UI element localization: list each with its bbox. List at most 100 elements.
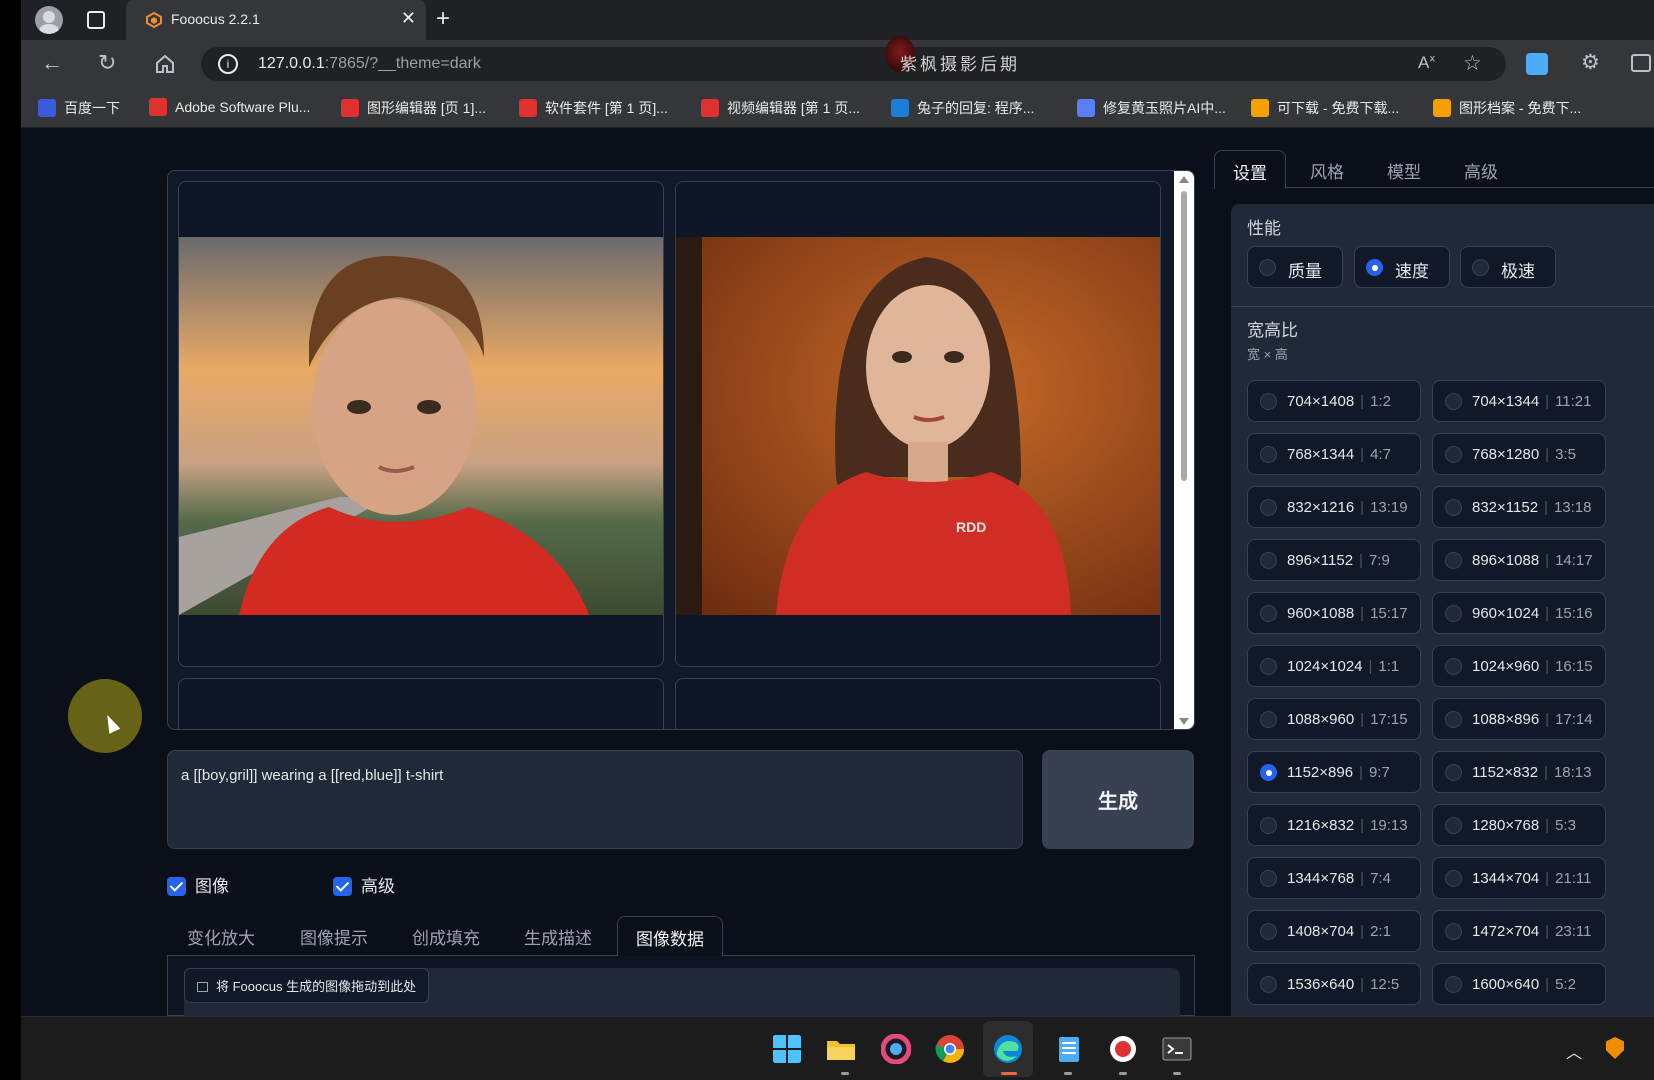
chrome-icon[interactable] [935,1034,965,1064]
aspect-ratio-label: 1280×768 | 5:3 [1472,817,1576,834]
tab-inpaint-outpaint[interactable]: 创成填充 [412,924,480,949]
aspect-ratio-option[interactable]: 1472×704 | 23:11 [1432,910,1606,952]
aspect-ratio-label: 1024×1024 | 1:1 [1287,658,1400,675]
bookmark-item[interactable]: 百度一下 [38,98,120,118]
aspect-ratio-option[interactable]: 1216×832 | 19:13 [1247,804,1421,846]
close-tab-icon[interactable]: ✕ [401,8,416,29]
scroll-down-icon[interactable] [1179,718,1189,725]
metadata-drop-area[interactable]: 将 Fooocus 生成的图像拖动到此处 [167,956,1195,1016]
scroll-thumb[interactable] [1181,191,1187,481]
browser-tab-active[interactable]: Fooocus 2.2.1 ✕ [126,0,426,40]
image-checkbox[interactable]: 图像 [167,872,229,896]
back-icon[interactable]: ← [41,50,63,76]
aspect-ratio-label: 1024×960 | 16:15 [1472,658,1593,675]
aspect-ratio-option[interactable]: 1344×704 | 21:11 [1432,857,1606,899]
tray-overflow-icon[interactable]: ︿ [1566,1039,1582,1063]
bookmark-item[interactable]: 修复黄玉照片AI中... [1077,98,1226,118]
file-explorer-icon[interactable] [826,1034,856,1064]
bookmark-item[interactable]: 兔子的回复: 程序... [891,98,1034,118]
browser-toolbar: ← ↻ i 127.0.0.1:7865/?__theme=dark Aⅹ ☆ … [21,40,1654,88]
aspect-ratio-option[interactable]: 1088×896 | 17:14 [1432,698,1606,740]
gallery-item-boy[interactable] [178,181,664,667]
tab-models[interactable]: 模型 [1387,158,1421,183]
gallery-item-empty[interactable] [178,678,664,729]
aspect-ratio-label: 1344×768 | 7:4 [1287,870,1391,887]
aspect-ratio-option[interactable]: 1536×640 | 12:5 [1247,963,1421,1005]
tab-metadata[interactable]: 图像数据 [617,916,723,957]
aspect-ratio-option[interactable]: 768×1280 | 3:5 [1432,433,1606,475]
site-info-icon[interactable]: i [218,54,238,74]
gallery-scrollbar[interactable] [1174,171,1194,729]
bookmark-favicon-icon [519,99,537,117]
bookmark-item[interactable]: 软件套件 [第 1 页]... [519,98,668,118]
windows-start-icon[interactable] [772,1034,802,1064]
aspect-ratio-option[interactable]: 1280×768 | 5:3 [1432,804,1606,846]
image-drop-zone[interactable]: 将 Fooocus 生成的图像拖动到此处 [184,968,1180,1016]
aspect-ratio-label: 768×1344 | 4:7 [1287,446,1391,463]
aspect-ratio-option[interactable]: 1024×1024 | 1:1 [1247,645,1421,687]
bookmark-item[interactable]: 视频编辑器 [第 1 页... [701,98,860,118]
profile-avatar-icon[interactable] [35,6,63,34]
reload-icon[interactable]: ↻ [98,50,116,76]
aspect-ratio-label: 768×1280 | 3:5 [1472,446,1576,463]
address-bar[interactable]: i 127.0.0.1:7865/?__theme=dark Aⅹ ☆ [201,47,1506,81]
radio-icon [1472,259,1489,276]
image-gallery[interactable]: RDD [167,170,1195,730]
tab-advanced[interactable]: 高级 [1464,158,1498,183]
edge-icon[interactable] [993,1034,1023,1064]
aspect-ratio-option[interactable]: 1152×896 | 9:7 [1247,751,1421,793]
tab-describe[interactable]: 生成描述 [524,924,592,949]
aspect-ratio-option[interactable]: 1088×960 | 17:15 [1247,698,1421,740]
bookmark-item[interactable]: 图形编辑器 [页 1]... [341,98,486,118]
aspect-ratio-label: 960×1024 | 15:16 [1472,605,1593,622]
bookmark-item[interactable]: 图形档案 - 免费下... [1433,98,1581,118]
aspect-ratio-option[interactable]: 832×1152 | 13:18 [1432,486,1606,528]
scroll-up-icon[interactable] [1179,176,1189,183]
prompt-input[interactable]: a [[boy,gril]] wearing a [[red,blue]] t-… [167,750,1023,849]
advanced-checkbox[interactable]: 高级 [333,872,395,896]
aspect-ratio-label: 704×1344 | 11:21 [1472,393,1592,410]
new-tab-icon[interactable]: + [436,5,450,33]
aspect-ratio-option[interactable]: 768×1344 | 4:7 [1247,433,1421,475]
aspect-ratio-option[interactable]: 1600×640 | 5:2 [1432,963,1606,1005]
favorite-star-icon[interactable]: ☆ [1463,51,1482,76]
bookmark-item[interactable]: Adobe Software Plu... [149,98,310,116]
aspect-ratio-option[interactable]: 1024×960 | 16:15 [1432,645,1606,687]
tab-upscale-variation[interactable]: 变化放大 [187,924,255,949]
photos-app-icon[interactable] [881,1034,911,1064]
aspect-ratio-option[interactable]: 704×1408 | 1:2 [1247,380,1421,422]
radio-icon [1445,923,1462,940]
svg-text:RDD: RDD [956,519,986,535]
performance-option-extreme-speed[interactable]: 极速 [1460,246,1556,288]
read-aloud-icon[interactable]: Aⅹ [1418,53,1435,73]
aspect-ratio-option[interactable]: 1152×832 | 18:13 [1432,751,1606,793]
notepad-icon[interactable] [1054,1034,1084,1064]
aspect-ratio-option[interactable]: 960×1024 | 15:16 [1432,592,1606,634]
split-screen-icon[interactable] [1631,54,1651,72]
gallery-item-empty[interactable] [675,678,1161,729]
aspect-ratio-option[interactable]: 960×1088 | 15:17 [1247,592,1421,634]
bookmark-item[interactable]: 可下载 - 免费下载... [1251,98,1399,118]
tab-actions-icon[interactable] [87,11,105,29]
generate-button[interactable]: 生成 [1042,750,1194,849]
security-shield-icon[interactable] [1606,1037,1624,1059]
aspect-ratio-option[interactable]: 896×1152 | 7:9 [1247,539,1421,581]
gallery-item-girl[interactable]: RDD [675,181,1161,667]
tab-image-prompt[interactable]: 图像提示 [300,924,368,949]
extensions-puzzle-icon[interactable]: ⚙ [1581,50,1600,75]
aspect-ratio-option[interactable]: 832×1216 | 13:19 [1247,486,1421,528]
aspect-ratio-option[interactable]: 704×1344 | 11:21 [1432,380,1606,422]
extension-icon[interactable] [1526,53,1548,75]
performance-option-quality[interactable]: 质量 [1247,246,1343,288]
aspect-ratio-option[interactable]: 1408×704 | 2:1 [1247,910,1421,952]
watermark-text: 紫枫摄影后期 [900,55,1020,75]
radio-icon [1445,711,1462,728]
terminal-icon[interactable] [1162,1034,1192,1064]
aspect-ratio-option[interactable]: 1344×768 | 7:4 [1247,857,1421,899]
tab-styles[interactable]: 风格 [1310,158,1344,183]
aspect-ratio-option[interactable]: 896×1088 | 14:17 [1432,539,1606,581]
tab-settings[interactable]: 设置 [1214,150,1286,189]
home-icon[interactable] [154,53,176,75]
screen-recorder-icon[interactable] [1108,1034,1138,1064]
performance-option-speed[interactable]: 速度 [1354,246,1450,288]
